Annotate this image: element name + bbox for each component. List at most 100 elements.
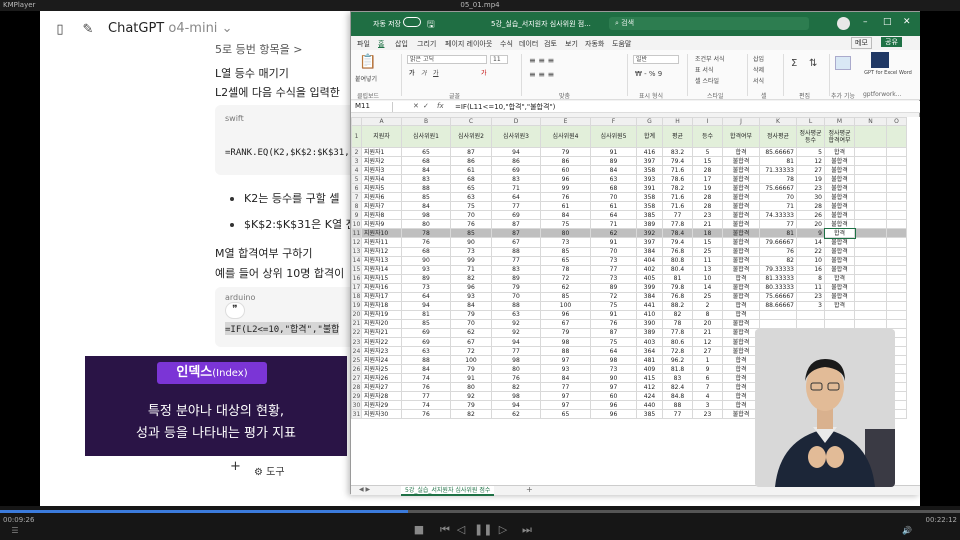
tab-page-layout[interactable]: 페이지 레이아웃	[445, 39, 492, 49]
cell[interactable]: 22	[796, 246, 825, 257]
cell[interactable]: 불합격	[824, 282, 855, 293]
cell[interactable]: 불합격	[824, 237, 855, 248]
cell[interactable]: 392	[636, 228, 663, 239]
cell[interactable]: 94	[491, 336, 541, 348]
row-header[interactable]: 7	[351, 192, 362, 203]
cell[interactable]: 17	[692, 174, 723, 185]
cell[interactable]: 불합격	[722, 346, 760, 357]
cell[interactable]: 98	[491, 355, 541, 366]
fx-icon[interactable]: fx	[437, 102, 444, 110]
cell[interactable]: 91	[590, 309, 637, 320]
cell[interactable]: 83.2	[662, 146, 693, 158]
cell[interactable]: 397	[636, 237, 663, 248]
cell[interactable]: 76	[590, 318, 637, 329]
cell[interactable]: 75	[450, 201, 492, 212]
cell[interactable]: 79.4	[662, 156, 693, 167]
cell[interactable]: 6	[692, 373, 723, 384]
cell[interactable]: 63	[401, 346, 451, 357]
empty-cell[interactable]	[886, 201, 907, 212]
cell[interactable]: 77	[491, 346, 541, 357]
cell[interactable]: 87	[491, 219, 541, 230]
cell[interactable]: 18	[692, 228, 723, 239]
header-cell[interactable]: 정사평균	[759, 125, 797, 148]
cell[interactable]: 15	[692, 237, 723, 248]
cell[interactable]: 98	[491, 391, 541, 402]
cell[interactable]: 78	[401, 228, 451, 239]
conditional-format-button[interactable]: 조건부 서식	[695, 54, 725, 63]
font-name-select[interactable]: 맑은 고딕	[407, 55, 487, 64]
cell[interactable]: 5	[796, 146, 825, 158]
cell[interactable]: 지원자21	[361, 327, 402, 338]
cell[interactable]: 불합격	[722, 183, 760, 194]
cell[interactable]: 19	[796, 174, 825, 185]
cell[interactable]: 불합격	[824, 255, 855, 266]
cell[interactable]: 합격	[722, 300, 760, 311]
cell[interactable]: 90	[450, 237, 492, 248]
row-header[interactable]: 3	[351, 156, 362, 167]
cell[interactable]: 합격	[722, 382, 760, 393]
cell[interactable]: 441	[636, 300, 663, 311]
cell[interactable]: 84	[401, 201, 451, 212]
empty-cell[interactable]	[886, 246, 907, 257]
cell[interactable]: 409	[636, 364, 663, 375]
cell[interactable]: 96	[590, 400, 637, 411]
rewind-icon[interactable]: ◁	[454, 523, 468, 537]
cell[interactable]: 지원자12	[361, 246, 402, 257]
addins-icon[interactable]	[835, 56, 851, 70]
cell[interactable]: 23	[796, 183, 825, 194]
header-cell[interactable]: 정사평균 등수	[796, 125, 825, 148]
cell[interactable]	[824, 318, 855, 329]
cell[interactable]: 합격	[824, 273, 855, 284]
cell[interactable]: 불합격	[722, 336, 760, 348]
row-header[interactable]: 16	[351, 273, 362, 284]
cell[interactable]: 81.8	[662, 364, 693, 375]
cell[interactable]: 93	[540, 364, 591, 375]
empty-cell[interactable]	[886, 318, 907, 329]
cell[interactable]: 88	[401, 355, 451, 366]
cell[interactable]: 23	[796, 291, 825, 302]
row-header[interactable]: 23	[351, 336, 362, 348]
cell[interactable]: 합격	[722, 355, 760, 366]
cell[interactable]: 76	[540, 192, 591, 203]
cell[interactable]: 5	[692, 146, 723, 158]
cell[interactable]: 385	[636, 210, 663, 221]
empty-cell[interactable]	[886, 174, 907, 185]
cell[interactable]: 74.33333	[759, 210, 797, 221]
cell[interactable]: 65	[401, 146, 451, 158]
sidebar-toggle-icon[interactable]: ▯	[52, 22, 68, 38]
cell[interactable]: 71	[759, 201, 797, 212]
cell[interactable]: 78.6	[662, 174, 693, 185]
cell[interactable]: 399	[636, 282, 663, 293]
empty-cell[interactable]	[854, 201, 887, 212]
column-header[interactable]: D	[491, 117, 541, 126]
delete-cells-button[interactable]: 삭제	[753, 65, 764, 74]
column-header[interactable]: G	[636, 117, 663, 126]
cell[interactable]: 100	[450, 355, 492, 366]
cell[interactable]: 68	[590, 183, 637, 194]
cell[interactable]: 79.4	[662, 237, 693, 248]
number-format-select[interactable]: 일반	[633, 55, 679, 64]
cell[interactable]: 지원자26	[361, 373, 402, 384]
insert-cells-button[interactable]: 삽입	[753, 54, 764, 63]
cell[interactable]: 79.8	[662, 282, 693, 293]
cell[interactable]: 불합격	[722, 210, 760, 221]
cell[interactable]: 72	[540, 273, 591, 284]
row-header[interactable]: 28	[351, 382, 362, 393]
empty-cell[interactable]	[854, 165, 887, 176]
cell[interactable]: 88	[491, 300, 541, 311]
empty-cell[interactable]	[854, 300, 887, 311]
row-header[interactable]: 20	[351, 309, 362, 320]
cell[interactable]: 84.8	[662, 391, 693, 402]
cell[interactable]: 불합격	[722, 409, 760, 420]
cell[interactable]: 지원자19	[361, 309, 402, 320]
cell[interactable]: 75	[590, 300, 637, 311]
cell[interactable]: 지원자15	[361, 273, 402, 284]
cell[interactable]: 88.66667	[759, 300, 797, 311]
cell[interactable]: 73	[590, 364, 637, 375]
cell[interactable]: 90	[590, 373, 637, 384]
plus-icon[interactable]: +	[230, 459, 241, 474]
sheet-tab-active[interactable]: 5강_실습_서지원자 심사위원 점수	[401, 486, 495, 496]
empty-cell[interactable]	[854, 146, 887, 158]
cell[interactable]: 98	[590, 355, 637, 366]
cell[interactable]: 412	[636, 382, 663, 393]
